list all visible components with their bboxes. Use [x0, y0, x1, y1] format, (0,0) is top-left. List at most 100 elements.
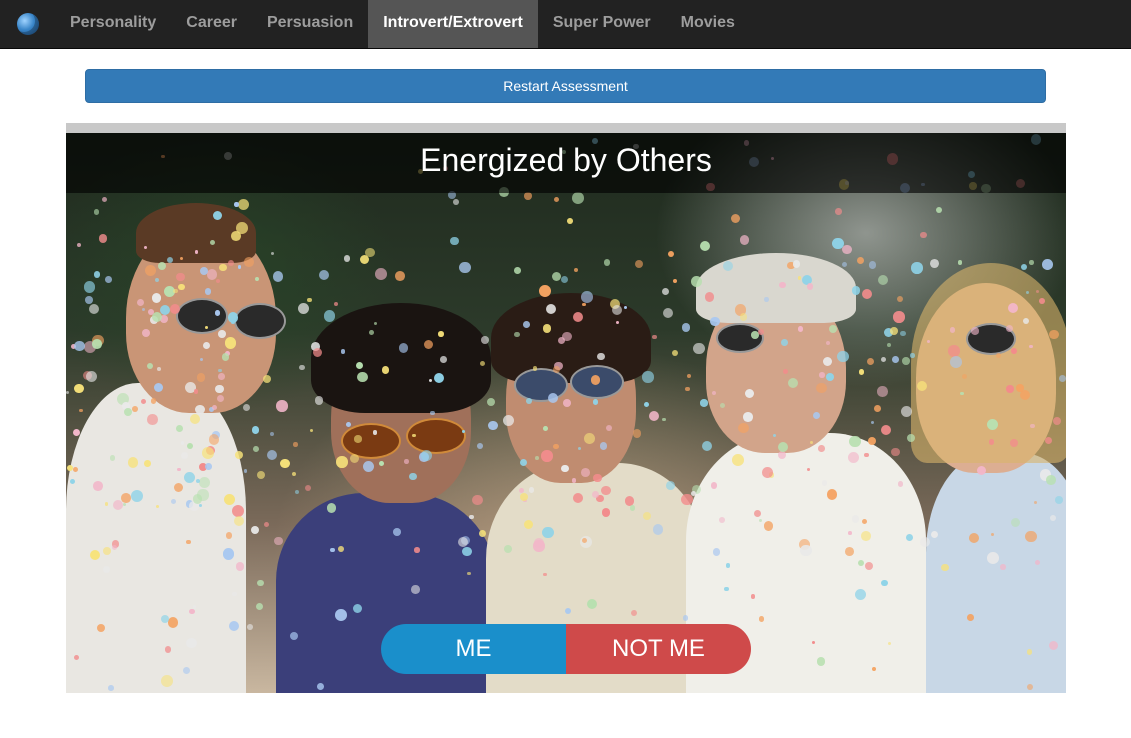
confetti-piece — [552, 272, 562, 282]
confetti-piece — [221, 353, 229, 361]
confetti-piece — [957, 260, 963, 265]
confetti-piece — [750, 594, 756, 600]
confetti-piece — [309, 428, 314, 433]
confetti-piece — [971, 327, 979, 335]
confetti-piece — [861, 288, 873, 300]
confetti-piece — [194, 250, 199, 254]
confetti-piece — [542, 324, 552, 333]
nav-item-career[interactable]: Career — [171, 0, 252, 48]
confetti-piece — [273, 536, 283, 546]
nav-item-movies[interactable]: Movies — [666, 0, 750, 48]
confetti-piece — [572, 311, 583, 323]
confetti-piece — [663, 307, 674, 318]
confetti-piece — [411, 585, 420, 594]
confetti-piece — [868, 261, 877, 269]
confetti-piece — [743, 412, 753, 422]
confetti-piece — [578, 446, 582, 450]
confetti-piece — [225, 532, 233, 539]
confetti-piece — [629, 504, 636, 511]
confetti-piece — [900, 405, 912, 417]
confetti-piece — [214, 310, 221, 316]
confetti-piece — [218, 368, 222, 373]
confetti-piece — [929, 259, 939, 269]
confetti-piece — [763, 521, 774, 532]
confetti-piece — [773, 434, 777, 438]
confetti-piece — [295, 490, 300, 495]
confetti-piece — [486, 397, 495, 406]
restart-assessment-button[interactable]: Restart Assessment — [85, 69, 1046, 103]
confetti-piece — [631, 610, 638, 617]
confetti-piece — [140, 399, 146, 405]
confetti-piece — [758, 518, 763, 523]
confetti-piece — [543, 573, 547, 577]
confetti-piece — [859, 369, 865, 375]
confetti-piece — [709, 316, 720, 327]
confetti-piece — [79, 408, 83, 413]
confetti-piece — [150, 398, 156, 404]
confetti-piece — [601, 485, 611, 496]
confetti-piece — [720, 402, 726, 408]
confetti-piece — [333, 301, 339, 307]
nav-item-introvert-extrovert[interactable]: Introvert/Extrovert — [368, 0, 538, 48]
confetti-piece — [623, 305, 628, 310]
confetti-piece — [911, 262, 923, 274]
confetti-piece — [787, 377, 799, 389]
confetti-piece — [1010, 517, 1020, 527]
confetti-piece — [412, 433, 416, 438]
confetti-piece — [845, 546, 854, 556]
confetti-piece — [228, 260, 234, 267]
confetti-piece — [375, 267, 387, 280]
confetti-piece — [871, 667, 876, 672]
nav-item-super-power[interactable]: Super Power — [538, 0, 666, 48]
globe-logo-icon[interactable] — [17, 13, 39, 35]
confetti-piece — [98, 234, 107, 243]
nav-item-persuasion[interactable]: Persuasion — [252, 0, 368, 48]
me-button[interactable]: ME — [381, 624, 566, 674]
confetti-piece — [235, 450, 244, 460]
confetti-piece — [330, 547, 335, 553]
confetti-piece — [215, 384, 224, 394]
confetti-piece — [178, 283, 185, 291]
confetti-piece — [864, 562, 873, 571]
confetti-piece — [462, 546, 472, 557]
confetti-piece — [806, 467, 810, 471]
confetti-piece — [1049, 329, 1059, 339]
confetti-piece — [314, 395, 324, 405]
confetti-piece — [109, 455, 116, 462]
confetti-piece — [792, 259, 801, 268]
confetti-piece — [739, 235, 750, 246]
confetti-piece — [343, 254, 351, 262]
confetti-piece — [199, 476, 210, 488]
friends-blowing-confetti-photo — [66, 133, 1066, 693]
confetti-piece — [174, 483, 184, 493]
confetti-piece — [175, 424, 184, 433]
confetti-piece — [861, 531, 871, 541]
confetti-piece — [452, 199, 459, 205]
confetti-piece — [856, 256, 864, 264]
confetti-piece — [842, 244, 852, 255]
confetti-piece — [819, 372, 825, 378]
confetti-piece — [593, 473, 602, 483]
not-me-button[interactable]: NOT ME — [566, 624, 751, 674]
confetti-piece — [237, 265, 241, 269]
confetti-piece — [141, 307, 146, 312]
confetti-piece — [235, 562, 245, 572]
confetti-piece — [212, 210, 223, 221]
nav-item-personality[interactable]: Personality — [55, 0, 171, 48]
confetti-piece — [778, 442, 789, 453]
confetti-piece — [1029, 260, 1034, 265]
confetti-piece — [1006, 385, 1014, 393]
confetti-piece — [229, 620, 240, 631]
confetti-piece — [665, 480, 675, 490]
confetti-piece — [1029, 344, 1033, 349]
confetti-piece — [147, 414, 158, 425]
confetti-piece — [582, 302, 586, 307]
confetti-piece — [572, 191, 584, 204]
confetti-piece — [161, 675, 174, 688]
confetti-piece — [478, 530, 486, 538]
confetti-piece — [73, 655, 79, 661]
confetti-piece — [1033, 500, 1038, 505]
confetti-piece — [218, 330, 226, 338]
confetti-piece — [816, 657, 826, 666]
confetti-piece — [297, 302, 309, 314]
